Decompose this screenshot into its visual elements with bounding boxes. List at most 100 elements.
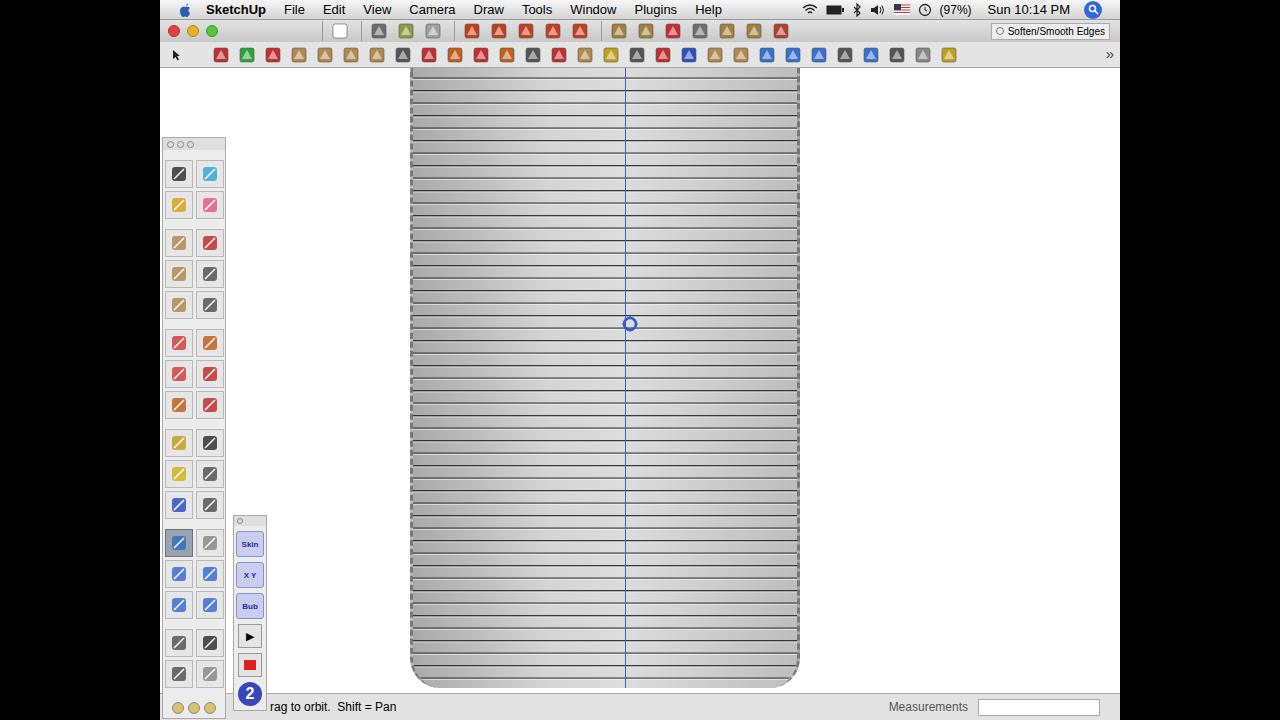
select-arrow-icon[interactable] [172, 49, 182, 61]
menu-item[interactable]: Draw [474, 0, 504, 19]
tool-button[interactable] [196, 260, 224, 288]
toolbar-button[interactable] [522, 45, 544, 65]
tool-button[interactable] [196, 560, 224, 588]
tool-button[interactable] [165, 591, 193, 619]
toolbar-button[interactable] [569, 21, 591, 41]
toolbar-button[interactable] [366, 45, 388, 65]
toolbar-button[interactable] [210, 45, 232, 65]
toolbar-button[interactable] [678, 45, 700, 65]
tool-button[interactable] [196, 291, 224, 319]
toolbar-button[interactable] [548, 45, 570, 65]
tool-button[interactable] [165, 529, 193, 557]
toolbar-button[interactable] [422, 21, 444, 41]
cylinder-model[interactable] [410, 68, 800, 688]
toolbar-button[interactable] [496, 45, 518, 65]
menu-item[interactable]: File [284, 0, 305, 19]
flag-icon[interactable] [894, 4, 910, 15]
tool-button[interactable] [196, 591, 224, 619]
footer-button-icon[interactable] [188, 702, 200, 714]
toolbar-button[interactable] [860, 45, 882, 65]
clock[interactable]: Sun 10:14 PM [988, 0, 1070, 19]
toolbar-button[interactable] [340, 45, 362, 65]
menu-item[interactable]: Edit [323, 0, 345, 19]
tool-button[interactable] [165, 560, 193, 588]
toolbar-button[interactable] [368, 21, 390, 41]
menu-item[interactable]: Window [570, 0, 616, 19]
measurements-input[interactable] [978, 699, 1100, 716]
toolbar-button[interactable] [626, 45, 648, 65]
tool-button[interactable] [165, 360, 193, 388]
tool-button[interactable] [196, 229, 224, 257]
tool-button[interactable] [165, 260, 193, 288]
wifi-icon[interactable] [802, 4, 818, 16]
tool-button[interactable] [165, 660, 193, 688]
plugin-button[interactable]: Bub [236, 593, 264, 619]
toolbar-button[interactable] [938, 45, 960, 65]
palette-close-icon[interactable] [996, 27, 1004, 35]
toolbar-button[interactable] [395, 21, 417, 41]
logo-button[interactable]: 2 [238, 682, 262, 706]
toolbar-button[interactable] [743, 21, 765, 41]
toolbar-button[interactable] [886, 45, 908, 65]
floating-palette-title[interactable]: Soften/Smooth Edges [991, 23, 1110, 40]
tool-button[interactable] [165, 329, 193, 357]
toolbar-button[interactable] [444, 45, 466, 65]
toolbar-button[interactable] [236, 45, 258, 65]
toolbar-button[interactable] [418, 45, 440, 65]
tool-button[interactable] [196, 491, 224, 519]
toolbar-button[interactable] [756, 45, 778, 65]
toolbar-button[interactable] [392, 45, 414, 65]
toolbar-button[interactable] [262, 45, 284, 65]
tool-button[interactable] [165, 460, 193, 488]
palette-button-icon[interactable] [167, 141, 174, 148]
timemachine-icon[interactable] [918, 3, 932, 17]
toolbar-button[interactable] [704, 45, 726, 65]
toolbar-button[interactable] [808, 45, 830, 65]
toolbar-button[interactable] [288, 45, 310, 65]
toolbar-button[interactable] [608, 21, 630, 41]
tool-button[interactable] [196, 529, 224, 557]
plugin-button[interactable]: Skin [236, 531, 264, 557]
toolbar-button[interactable] [716, 21, 738, 41]
toolbar-button[interactable] [730, 45, 752, 65]
toolbar-button[interactable] [770, 21, 792, 41]
tool-button[interactable] [196, 629, 224, 657]
tool-button[interactable] [165, 491, 193, 519]
toolbar-button[interactable] [912, 45, 934, 65]
tool-button[interactable] [196, 160, 224, 188]
tool-button[interactable] [165, 629, 193, 657]
bluetooth-icon[interactable] [852, 3, 862, 17]
tool-button[interactable] [165, 191, 193, 219]
toolbar-button[interactable] [314, 45, 336, 65]
tool-button[interactable] [165, 391, 193, 419]
battery-percent[interactable]: (97%) [940, 1, 972, 19]
volume-icon[interactable] [870, 4, 886, 16]
footer-button-icon[interactable] [172, 702, 184, 714]
menu-item[interactable]: Tools [522, 0, 552, 19]
tool-button[interactable] [196, 660, 224, 688]
toolbar-button[interactable] [542, 21, 564, 41]
tool-button[interactable] [196, 391, 224, 419]
toolbar-button[interactable] [834, 45, 856, 65]
toolbar-button[interactable] [515, 21, 537, 41]
toolbar-button[interactable] [461, 21, 483, 41]
tool-button[interactable] [165, 160, 193, 188]
plugin-button[interactable]: X Y [236, 562, 264, 588]
tool-button[interactable] [196, 460, 224, 488]
menu-item[interactable]: Help [695, 0, 722, 19]
tool-button[interactable] [165, 229, 193, 257]
tool-button[interactable] [196, 429, 224, 457]
menu-item[interactable]: View [363, 0, 391, 19]
tool-button[interactable] [196, 329, 224, 357]
toolbar-button[interactable] [329, 21, 351, 41]
play-button[interactable]: ▶ [238, 624, 262, 648]
model-canvas[interactable] [160, 68, 1120, 693]
spotlight-button[interactable] [1084, 1, 1102, 19]
toolbar-button[interactable] [600, 45, 622, 65]
footer-button-icon[interactable] [204, 702, 216, 714]
tool-button[interactable] [165, 291, 193, 319]
toolbar-button[interactable] [652, 45, 674, 65]
zoom-button[interactable] [206, 25, 218, 37]
palette-button-icon[interactable] [237, 518, 243, 524]
toolbar-button[interactable] [635, 21, 657, 41]
